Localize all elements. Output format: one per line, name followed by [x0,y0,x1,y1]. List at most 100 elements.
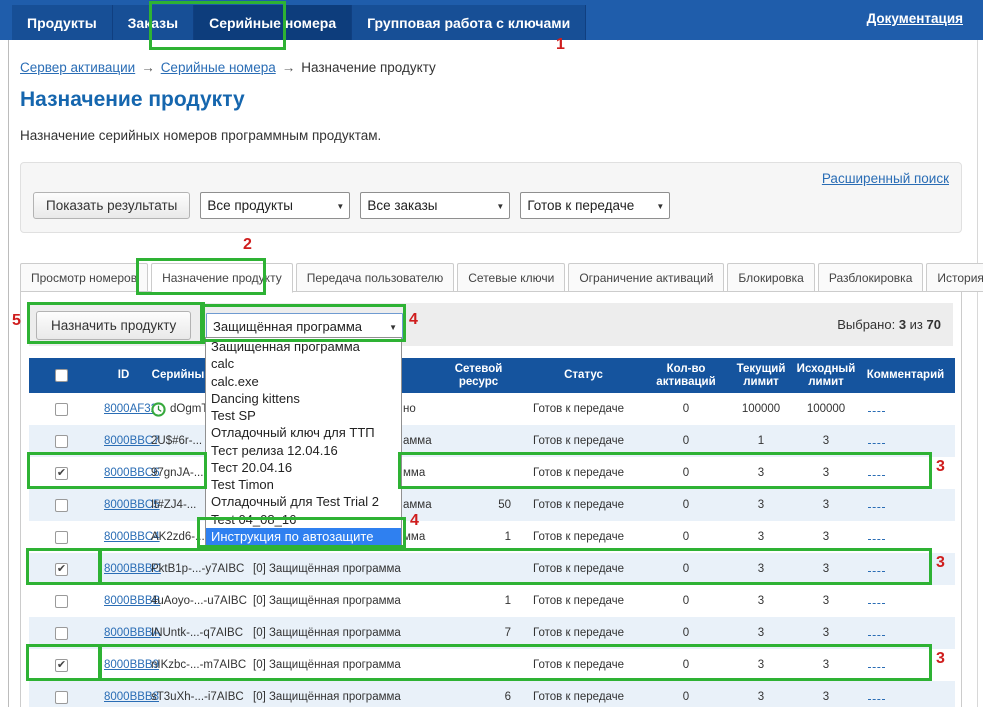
serial-cell: sT3uXh-...-i7AIBC [151,691,251,703]
current-limit-cell: 3 [726,499,796,511]
filter-select[interactable]: Все заказы ▼ [360,192,510,219]
comment-edit-link[interactable] [868,467,885,476]
breadcrumb-item[interactable]: Сервер активации [20,60,135,75]
dropdown-option[interactable]: Dancing kittens [206,390,401,407]
tab-3[interactable]: Передача пользователю [296,263,455,292]
comment-edit-link[interactable] [868,563,885,572]
tab-1[interactable]: Просмотр номеров [20,263,148,292]
serial-value: AK2zd6-... [151,531,205,543]
row-checkbox[interactable]: ✔ [55,467,68,480]
show-results-button[interactable]: Показать результаты [33,192,190,219]
initial-limit-cell: 3 [796,563,856,575]
comment-edit-link[interactable] [868,659,885,668]
tab-4[interactable]: Сетевые ключи [457,263,565,292]
comment-edit-link[interactable] [868,691,885,700]
advanced-search-link[interactable]: Расширенный поиск [822,171,949,186]
comment-edit-link[interactable] [868,531,885,540]
status-cell: Готов к передаче [521,467,646,479]
filter-select[interactable]: Готов к передаче▼ [520,192,670,219]
row-checkbox[interactable] [55,627,68,640]
dropdown-option[interactable]: Test SP [206,407,401,424]
initial-limit-cell: 3 [796,467,856,479]
comment-edit-link[interactable] [868,499,885,508]
dropdown-option[interactable]: Тест 20.04.16 [206,459,401,476]
serial-value: PktB1p-...-y7AIBC [151,563,244,575]
serial-value: nIKzbc-...-m7AIBC [151,659,246,671]
select-all-checkbox[interactable] [55,369,68,382]
row-checkbox[interactable] [55,403,68,416]
status-cell: Готов к передаче [521,403,646,415]
dropdown-option[interactable]: calc [206,355,401,372]
comment-edit-link[interactable] [868,435,885,444]
dropdown-option[interactable]: Test Timon [206,476,401,493]
annotation-number-1: 1 [556,36,565,54]
dropdown-option[interactable]: Отладочный для Test Trial 2 [206,493,401,510]
status-cell: Готов к передаче [521,531,646,543]
clock-icon [151,402,166,417]
tab-7[interactable]: Разблокировка [818,263,924,292]
nav-item[interactable]: Продукты [12,5,113,40]
column-header: Исходный лимит [796,358,856,393]
dropdown-option[interactable]: Тест релиза 12.04.16 [206,442,401,459]
annotation-number-4a: 4 [409,311,418,329]
filter-select[interactable]: Все продукты▼ [200,192,350,219]
dropdown-option[interactable]: Инструкция по автозащите [206,528,401,545]
tab-8[interactable]: История [926,263,983,292]
checkbox-cell [29,531,96,544]
dropdown-option[interactable]: Test 04_08_16 [206,511,401,528]
tab-6[interactable]: Блокировка [727,263,814,292]
row-checkbox[interactable] [55,691,68,704]
dropdown-option[interactable]: Защищенная программа [206,338,401,355]
activations-cell: 0 [646,531,726,543]
serial-value: 4uAoyo-...-u7AIBC [151,595,247,607]
status-cell: Готов к передаче [521,435,646,447]
table-row: 8000AF32dOgmTH-...ноГотов к передаче0100… [29,393,955,425]
breadcrumb-item[interactable]: Серийные номера [161,60,276,75]
row-checkbox[interactable]: ✔ [55,563,68,576]
documentation-link[interactable]: Документация [867,11,963,26]
status-cell: Готов к передаче [521,659,646,671]
tab-5[interactable]: Ограничение активаций [568,263,724,292]
column-header: Комментарий [856,358,955,393]
nav-item[interactable]: Групповая работа с ключами [352,5,586,40]
row-checkbox[interactable] [55,595,68,608]
chevron-down-icon: ▼ [496,202,504,211]
table-row: 8000BBC72U$#6r-...аммаГотов к передаче01… [29,425,955,457]
checkbox-cell [29,435,96,448]
id-cell: 8000BBBB [96,595,151,607]
product-cell: [0] Защищённая программа [251,627,436,639]
filter-select-value: Все заказы [367,198,437,213]
dropdown-option[interactable]: Отладочный ключ для ТТП [206,424,401,441]
comment-edit-link[interactable] [868,403,885,412]
nav-item[interactable]: Заказы [113,5,194,40]
initial-limit-cell: 3 [796,627,856,639]
serial-value: 2U$#6r-... [151,435,202,447]
serial-id-link[interactable]: 8000AF32 [104,403,157,415]
dropdown-option[interactable]: calc.exe [206,373,401,390]
status-cell: Готов к передаче [521,627,646,639]
row-checkbox[interactable]: ✔ [55,659,68,672]
status-cell: Готов к передаче [521,499,646,511]
checkbox-cell [29,627,96,640]
assign-product-button[interactable]: Назначить продукту [36,311,191,340]
initial-limit-cell: 3 [796,435,856,447]
tab-2[interactable]: Назначение продукту [151,263,293,293]
activations-cell: 0 [646,467,726,479]
comment-edit-link[interactable] [868,595,885,604]
initial-limit-cell: 3 [796,659,856,671]
column-header: Сетевой ресурс [436,358,521,393]
row-checkbox[interactable] [55,499,68,512]
current-limit-cell: 3 [726,531,796,543]
row-checkbox[interactable] [55,531,68,544]
network-resource-cell: 1 [436,595,521,607]
comment-edit-link[interactable] [868,627,885,636]
checkbox-cell: ✔ [29,467,96,480]
annotation-number-3a: 3 [936,458,945,476]
initial-limit-cell: 3 [796,531,856,543]
nav-item[interactable]: Серийные номера [194,5,352,40]
id-cell: 8000BBBC [96,563,151,575]
serial-cell: INUntk-...-q7AIBC [151,627,251,639]
row-checkbox[interactable] [55,435,68,448]
product-select[interactable]: Защищённая программа ▼ [206,313,403,340]
total-count: 70 [927,317,941,332]
